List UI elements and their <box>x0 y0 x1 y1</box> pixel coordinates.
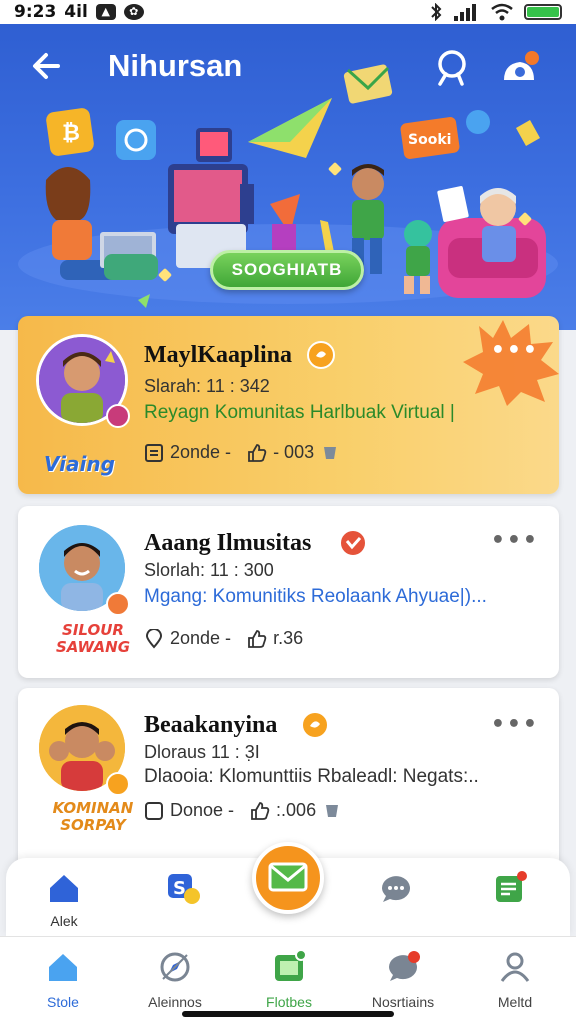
more-options-button[interactable]: ••• <box>491 338 539 363</box>
status-bar: 9:23 4il ▲ ✿ <box>0 0 576 24</box>
like-count: - 003 <box>273 442 315 462</box>
post-description: Mgang: Komunitiks Reolaank Ahyuae|)... <box>144 586 487 607</box>
nav-item-label: Meltd <box>497 994 533 1010</box>
post-stats: 2onde - - 003 <box>144 442 340 463</box>
quick-action-label: Alek <box>50 913 78 929</box>
comment-count: 2onde - <box>170 442 232 462</box>
thumbs-up-icon[interactable] <box>250 801 270 821</box>
quick-action-home[interactable]: Alek <box>34 870 94 929</box>
avatar-badge-icon <box>106 592 130 616</box>
s-sticker-icon: S <box>168 874 200 904</box>
avatar[interactable] <box>36 702 130 796</box>
notes-icon <box>496 871 527 902</box>
nav-item-notifications[interactable]: Nosrtiains <box>348 949 458 1010</box>
post-description: Reyagn Komunitas Harlbuak Virtual | <box>144 402 455 423</box>
reaction-icon <box>324 446 337 459</box>
wifi-icon <box>491 3 513 21</box>
reaction-icon <box>326 804 339 817</box>
comment-icon[interactable] <box>144 801 164 821</box>
avatar[interactable] <box>36 334 130 428</box>
quick-action-sticker[interactable]: S <box>152 870 212 913</box>
notification-icon <box>389 951 420 981</box>
sticker-label: KOMINAN SORPAY <box>52 799 134 834</box>
quick-action-chat[interactable] <box>366 870 426 913</box>
settings-notification-icon: ✿ <box>123 4 144 20</box>
bluetooth-icon <box>431 3 442 21</box>
verified-badge-icon <box>301 711 329 739</box>
post-stats: Donoe - :.006 <box>144 800 342 821</box>
post-author-name[interactable]: MaylKaaplina <box>144 342 292 369</box>
post-stats: 2onde - r.36 <box>144 628 303 649</box>
nav-item-label: Nosrtiains <box>371 994 435 1010</box>
svg-text:₿: ₿ <box>62 121 80 146</box>
home-icon <box>50 875 78 902</box>
cell-signal-icon <box>454 4 476 21</box>
nav-item-explore[interactable]: Aleinnos <box>120 949 230 1010</box>
avatar[interactable] <box>36 522 130 616</box>
comment-icon[interactable] <box>144 443 164 463</box>
post-description: Dlaooia: Klomunttiis Rbaleadl: Negats:.. <box>144 766 479 787</box>
post-author-name[interactable]: Beaakanyina <box>144 712 277 739</box>
nav-item-label: Stole <box>47 994 79 1010</box>
hero-banner: Nihursan ₿ Sooki SOOGHIATB <box>0 24 576 330</box>
nav-item-profile[interactable]: Meltd <box>460 949 570 1010</box>
sticker-label: Viaing <box>44 452 115 476</box>
app-notification-icon: ▲ <box>95 4 116 20</box>
nav-item-gallery[interactable]: Flotbes <box>234 949 344 1010</box>
envelope-icon <box>268 862 308 892</box>
post-timestamp: Slarah: 11 : 342 <box>144 376 270 396</box>
nav-item-label: Aleinnos <box>148 994 202 1010</box>
like-count: r.36 <box>273 628 304 648</box>
verified-badge-icon <box>307 341 335 369</box>
floating-sticker-label: Sooki <box>408 132 451 148</box>
like-count: :.006 <box>276 800 317 820</box>
profile-icon <box>500 952 530 982</box>
home-icon <box>49 954 77 981</box>
home-indicator[interactable] <box>182 1011 394 1017</box>
gallery-icon <box>275 949 307 981</box>
avatar-badge-icon <box>106 772 130 796</box>
more-options-button[interactable]: ••• <box>491 712 539 737</box>
post-card[interactable]: ••• Viaing MaylKaaplina Slarah: 11 : 342… <box>18 316 559 494</box>
nav-item-home[interactable]: Stole <box>8 949 118 1010</box>
nav-item-label: Flotbes <box>266 994 312 1010</box>
thumbs-up-icon[interactable] <box>247 443 267 463</box>
status-time: 9:23 <box>14 2 57 22</box>
comment-count: 2onde - <box>170 628 232 648</box>
hero-cta-button[interactable]: SOOGHIATB <box>210 250 364 290</box>
post-card[interactable]: ••• SILOUR SAWANG Aaang Ilmusitas Slorla… <box>18 506 559 678</box>
status-signal-text: 4il <box>64 2 88 22</box>
post-author-name[interactable]: Aaang Ilmusitas <box>144 530 311 557</box>
more-options-button[interactable]: ••• <box>491 528 539 553</box>
comment-count: Donoe - <box>170 800 235 820</box>
thumbs-up-icon[interactable] <box>247 629 267 649</box>
battery-icon <box>524 4 562 20</box>
post-timestamp: Dloraus 11 : 3̣I <box>144 742 260 762</box>
avatar-badge-icon <box>106 404 130 428</box>
quick-action-notes[interactable] <box>480 870 540 913</box>
post-timestamp: Slorlah: 11 : 300 <box>144 560 274 580</box>
sticker-label: SILOUR SAWANG <box>55 621 131 656</box>
compose-fab[interactable] <box>252 842 324 914</box>
chat-bubble-icon <box>382 876 410 902</box>
compass-icon <box>160 952 190 982</box>
verified-badge-icon <box>339 529 367 557</box>
location-pin-icon[interactable] <box>144 628 164 649</box>
